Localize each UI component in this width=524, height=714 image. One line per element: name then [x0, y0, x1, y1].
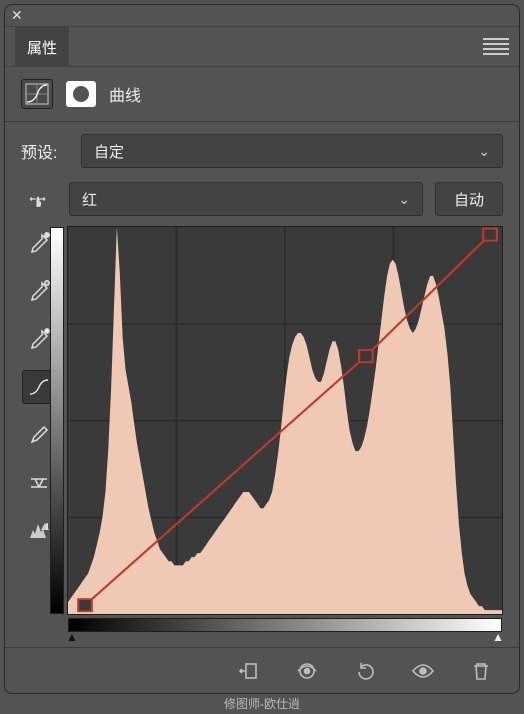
output-gradient [50, 227, 64, 614]
channel-select[interactable]: 红 ⌄ [69, 182, 423, 216]
visibility-icon[interactable] [409, 659, 437, 683]
chevron-down-icon: ⌄ [398, 191, 410, 208]
panel-titlebar: ✕ [5, 5, 519, 27]
svg-text:!: ! [46, 524, 48, 531]
curves-chart[interactable]: ▲ ▲ [67, 226, 503, 615]
input-gradient [68, 618, 502, 632]
preset-select[interactable]: 自定 ⌄ [81, 134, 503, 168]
preset-row: 预设: 自定 ⌄ [5, 130, 519, 178]
trash-icon[interactable] [467, 659, 495, 683]
white-point-slider[interactable]: ▲ [492, 630, 504, 644]
view-previous-icon[interactable] [293, 659, 321, 683]
preset-value: 自定 [94, 141, 124, 162]
clip-toggle-icon[interactable] [235, 659, 263, 683]
tab-label: 属性 [27, 37, 57, 58]
auto-button[interactable]: 自动 [435, 182, 503, 216]
layer-mask-icon[interactable] [65, 79, 97, 109]
panel-header: 属性 [5, 27, 519, 67]
panel-menu-icon[interactable] [483, 38, 509, 56]
reset-icon[interactable] [351, 659, 379, 683]
tab-properties[interactable]: 属性 [15, 27, 69, 67]
chevron-down-icon: ⌄ [478, 143, 490, 160]
adjustment-label: 曲线 [109, 82, 141, 106]
target-adjust-icon[interactable] [21, 182, 55, 216]
auto-label: 自动 [454, 189, 484, 210]
curves-body: ! ▲ ▲ [5, 226, 519, 615]
watermark-bottom: 修图师-欧仕逍 [0, 695, 524, 712]
curves-adjustment-icon[interactable] [21, 79, 53, 109]
properties-panel: ✕ 属性 曲线 预设: 自定 ⌄ 红 ⌄ [4, 4, 520, 694]
channel-value: 红 [82, 189, 97, 210]
adjustment-type-row: 曲线 [5, 67, 519, 119]
black-point-slider[interactable]: ▲ [66, 630, 78, 644]
preset-label: 预设: [21, 139, 69, 163]
close-icon[interactable]: ✕ [11, 7, 23, 24]
channel-row: 红 ⌄ 自动 [5, 178, 519, 226]
panel-footer [5, 647, 519, 693]
